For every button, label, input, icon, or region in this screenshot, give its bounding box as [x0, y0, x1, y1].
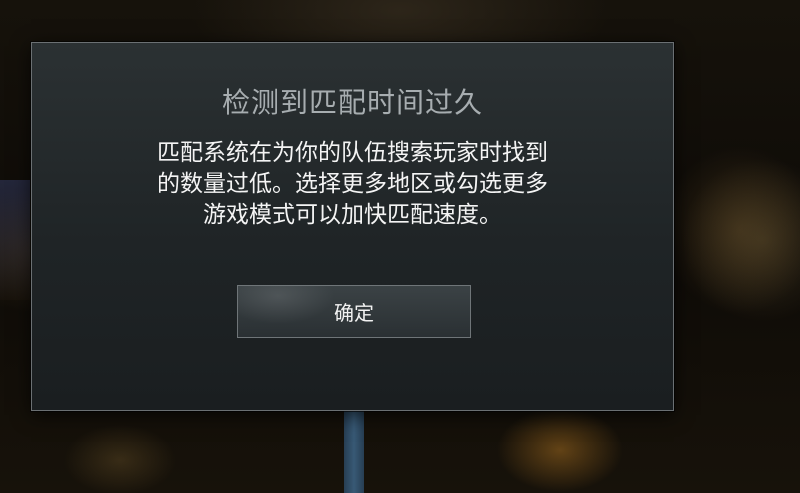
confirm-button[interactable]: 确定	[237, 285, 471, 338]
matchmaking-timeout-dialog: 检测到匹配时间过久 匹配系统在为你的队伍搜索玩家时找到 的数量过低。选择更多地区…	[31, 42, 674, 411]
background-decoration-left	[0, 180, 30, 300]
game-background: 检测到匹配时间过久 匹配系统在为你的队伍搜索玩家时找到 的数量过低。选择更多地区…	[0, 0, 800, 493]
dialog-message: 匹配系统在为你的队伍搜索玩家时找到 的数量过低。选择更多地区或勾选更多 游戏模式…	[157, 140, 548, 228]
background-banner	[344, 410, 364, 493]
dialog-title: 检测到匹配时间过久	[221, 86, 483, 119]
background-decoration-right	[676, 150, 800, 330]
